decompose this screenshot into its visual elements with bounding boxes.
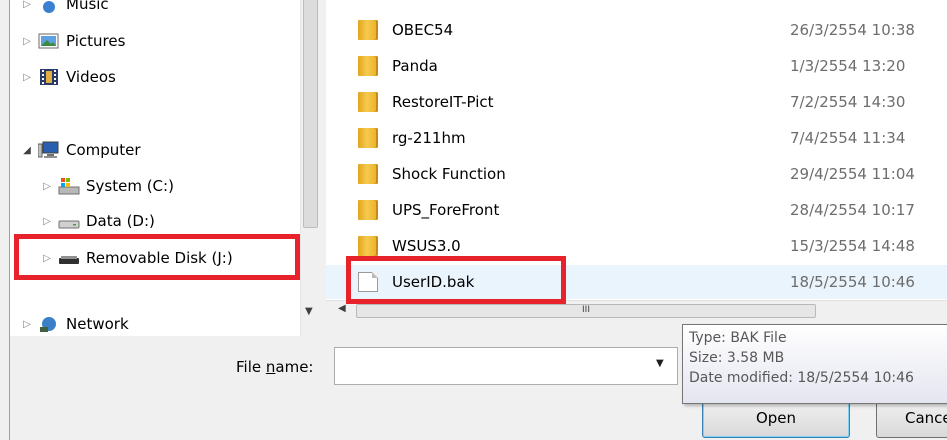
- videos-icon: [38, 68, 60, 86]
- pictures-icon: [38, 32, 60, 50]
- file-name: WSUS3.0: [392, 237, 461, 255]
- file-name-input[interactable]: [334, 347, 678, 385]
- network-icon: [38, 315, 60, 333]
- file-name: RestoreIT-Pict: [392, 93, 494, 111]
- nav-item-music[interactable]: ▷ Music: [20, 0, 109, 18]
- file-name: UPS_ForeFront: [392, 201, 500, 219]
- nav-label: Computer: [66, 141, 141, 159]
- nav-item-system-drive[interactable]: ▷ System (C:): [40, 172, 174, 200]
- expand-arrow-icon[interactable]: ▷: [40, 181, 54, 192]
- folder-icon: [358, 92, 378, 112]
- tooltip-type: Type: BAK File: [689, 330, 787, 346]
- scroll-down-icon[interactable]: ▼: [305, 306, 313, 317]
- chevron-down-icon[interactable]: ▼: [656, 358, 664, 369]
- tooltip-size: Size: 3.58 MB: [689, 350, 785, 366]
- music-icon: [38, 0, 60, 13]
- highlight-box-userid-file: [346, 256, 566, 304]
- drive-icon: [58, 212, 80, 230]
- folder-icon: [358, 236, 378, 256]
- file-date: 26/3/2554 10:38: [790, 21, 915, 39]
- nav-item-computer[interactable]: ◢ Computer: [20, 136, 141, 164]
- file-date: 29/4/2554 11:04: [790, 165, 915, 183]
- nav-label: Videos: [66, 68, 116, 86]
- file-name: Shock Function: [392, 165, 506, 183]
- list-item[interactable]: rg-211hm 7/4/2554 11:34: [326, 121, 947, 155]
- tooltip-modified: Date modified: 18/5/2554 10:46: [689, 370, 914, 386]
- folder-icon: [358, 56, 378, 76]
- nav-label: Data (D:): [86, 212, 155, 230]
- nav-label: Network: [66, 315, 129, 333]
- file-date: 28/4/2554 10:17: [790, 201, 915, 219]
- file-name: OBEC54: [392, 21, 454, 39]
- file-date: 18/5/2554 10:46: [790, 273, 915, 291]
- file-date: 15/3/2554 14:48: [790, 237, 915, 255]
- nav-scroll-thumb[interactable]: [303, 0, 318, 228]
- expand-arrow-icon[interactable]: ▷: [20, 36, 34, 47]
- nav-label: System (C:): [86, 177, 174, 195]
- expand-arrow-icon[interactable]: ▷: [20, 319, 34, 330]
- nav-scrollbar[interactable]: ▼: [300, 0, 320, 336]
- scroll-left-icon[interactable]: ◀: [338, 303, 346, 314]
- expand-arrow-icon[interactable]: ▷: [20, 72, 34, 83]
- list-item[interactable]: RestoreIT-Pict 7/2/2554 14:30: [326, 85, 947, 119]
- nav-item-videos[interactable]: ▷ Videos: [20, 63, 116, 91]
- computer-icon: [37, 141, 60, 159]
- list-item[interactable]: OBEC54 26/3/2554 10:38: [326, 13, 947, 47]
- cancel-button[interactable]: Cancel: [876, 398, 947, 438]
- folder-icon: [358, 128, 378, 148]
- nav-label: Music: [66, 0, 109, 13]
- file-name-label: File name:: [236, 358, 314, 376]
- folder-icon: [358, 200, 378, 220]
- file-date: 7/4/2554 11:34: [790, 129, 906, 147]
- hscroll-thumb[interactable]: III: [356, 304, 816, 318]
- highlight-box-removable-disk: [14, 234, 300, 280]
- system-drive-icon: [58, 177, 80, 195]
- folder-icon: [358, 164, 378, 184]
- expand-arrow-icon[interactable]: ▷: [40, 216, 54, 227]
- open-button[interactable]: Open: [702, 398, 850, 438]
- list-item[interactable]: Shock Function 29/4/2554 11:04: [326, 157, 947, 191]
- file-list: OBEC54 26/3/2554 10:38 Panda 1/3/2554 13…: [326, 0, 947, 300]
- nav-label: Pictures: [66, 32, 126, 50]
- scroll-grip: III: [582, 305, 590, 315]
- file-info-tooltip: Type: BAK File Size: 3.58 MB Date modifi…: [682, 324, 947, 404]
- list-item[interactable]: UPS_ForeFront 28/4/2554 10:17: [326, 193, 947, 227]
- file-date: 1/3/2554 13:20: [790, 57, 906, 75]
- window-left-edge: [0, 0, 10, 440]
- file-name: Panda: [392, 57, 438, 75]
- collapse-arrow-icon[interactable]: ◢: [20, 145, 34, 156]
- expand-arrow-icon[interactable]: ▷: [20, 0, 34, 10]
- nav-item-pictures[interactable]: ▷ Pictures: [20, 27, 125, 55]
- navigation-pane: ▷ Music ▷ Pictures ▷ Videos ◢ Computer ▷…: [10, 0, 300, 336]
- folder-icon: [358, 20, 378, 40]
- file-date: 7/2/2554 14:30: [790, 93, 906, 111]
- nav-item-network[interactable]: ▷ Network: [20, 310, 129, 336]
- file-name: rg-211hm: [392, 129, 466, 147]
- nav-item-data-drive[interactable]: ▷ Data (D:): [40, 207, 155, 235]
- list-item[interactable]: Panda 1/3/2554 13:20: [326, 49, 947, 83]
